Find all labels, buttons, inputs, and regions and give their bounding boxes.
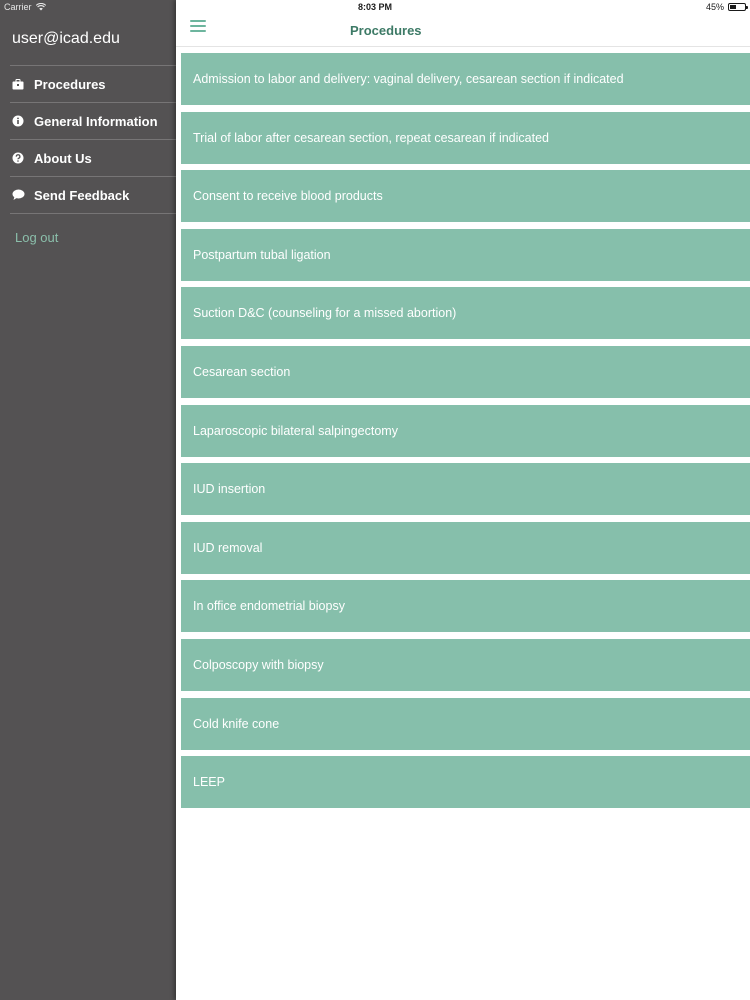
procedure-item[interactable]: Colposcopy with biopsy: [181, 638, 750, 691]
sidebar-item-label: General Information: [34, 113, 158, 129]
procedure-label: Suction D&C (counseling for a missed abo…: [193, 306, 457, 321]
battery-fill: [730, 5, 737, 9]
procedure-item[interactable]: IUD removal: [181, 521, 750, 574]
status-bar: Carrier 8:03 PM 45%: [0, 0, 750, 14]
procedure-label: IUD insertion: [193, 482, 266, 497]
procedure-item[interactable]: Suction D&C (counseling for a missed abo…: [181, 287, 750, 340]
sidebar-item-label: Send Feedback: [34, 187, 130, 203]
logout-link[interactable]: Log out: [15, 230, 58, 245]
procedure-item[interactable]: Laparoscopic bilateral salpingectomy: [181, 404, 750, 457]
procedure-list: Admission to labor and delivery: vaginal…: [181, 53, 750, 815]
procedure-label: In office endometrial biopsy: [193, 599, 345, 614]
procedure-item[interactable]: Admission to labor and delivery: vaginal…: [181, 53, 750, 105]
procedure-label: Admission to labor and delivery: vaginal…: [193, 72, 624, 86]
status-time: 8:03 PM: [357, 2, 392, 12]
procedure-label: Consent to receive blood products: [193, 189, 383, 204]
briefcase-icon: [11, 77, 25, 91]
procedure-item[interactable]: Cold knife cone: [181, 697, 750, 750]
procedure-label: Laparoscopic bilateral salpingectomy: [193, 423, 398, 438]
procedure-item[interactable]: Trial of labor after cesarean section, r…: [181, 111, 750, 164]
divider: [10, 213, 176, 214]
procedure-label: Trial of labor after cesarean section, r…: [193, 130, 549, 145]
procedure-label: LEEP: [193, 775, 225, 790]
procedure-item[interactable]: LEEP: [181, 756, 750, 809]
battery-icon: [728, 3, 748, 11]
procedure-item[interactable]: Postpartum tubal ligation: [181, 228, 750, 281]
sidebar-item-procedures[interactable]: Procedures: [0, 66, 176, 102]
sidebar-item-general-information[interactable]: General Information: [0, 103, 176, 139]
sidebar-item-about-us[interactable]: About Us: [0, 140, 176, 176]
procedure-label: Colposcopy with biopsy: [193, 657, 324, 672]
battery-percent: 45%: [705, 2, 724, 12]
sidebar-item-send-feedback[interactable]: Send Feedback: [0, 177, 176, 213]
procedure-label: Postpartum tubal ligation: [193, 247, 331, 262]
main-panel: Procedures Admission to labor and delive…: [176, 0, 750, 1000]
sidebar-menu: Procedures General Information About Us …: [0, 65, 176, 214]
page-title: Procedures: [350, 23, 422, 38]
sidebar-item-label: Procedures: [34, 76, 106, 92]
procedure-label: IUD removal: [193, 540, 263, 555]
procedure-item[interactable]: Cesarean section: [181, 345, 750, 398]
sidebar: user@icad.edu Procedures General Informa…: [0, 0, 176, 1000]
procedure-label: Cesarean section: [193, 364, 291, 379]
info-icon: [11, 114, 25, 128]
question-icon: [11, 151, 25, 165]
procedure-item[interactable]: In office endometrial biopsy: [181, 580, 750, 633]
status-right: 45%: [705, 2, 748, 12]
procedure-item[interactable]: IUD insertion: [181, 463, 750, 516]
procedure-label: Cold knife cone: [193, 716, 280, 731]
chat-bubble-icon: [11, 188, 25, 202]
procedure-item[interactable]: Consent to receive blood products: [181, 170, 750, 223]
user-email: user@icad.edu: [12, 30, 120, 47]
sidebar-item-label: About Us: [34, 150, 92, 166]
